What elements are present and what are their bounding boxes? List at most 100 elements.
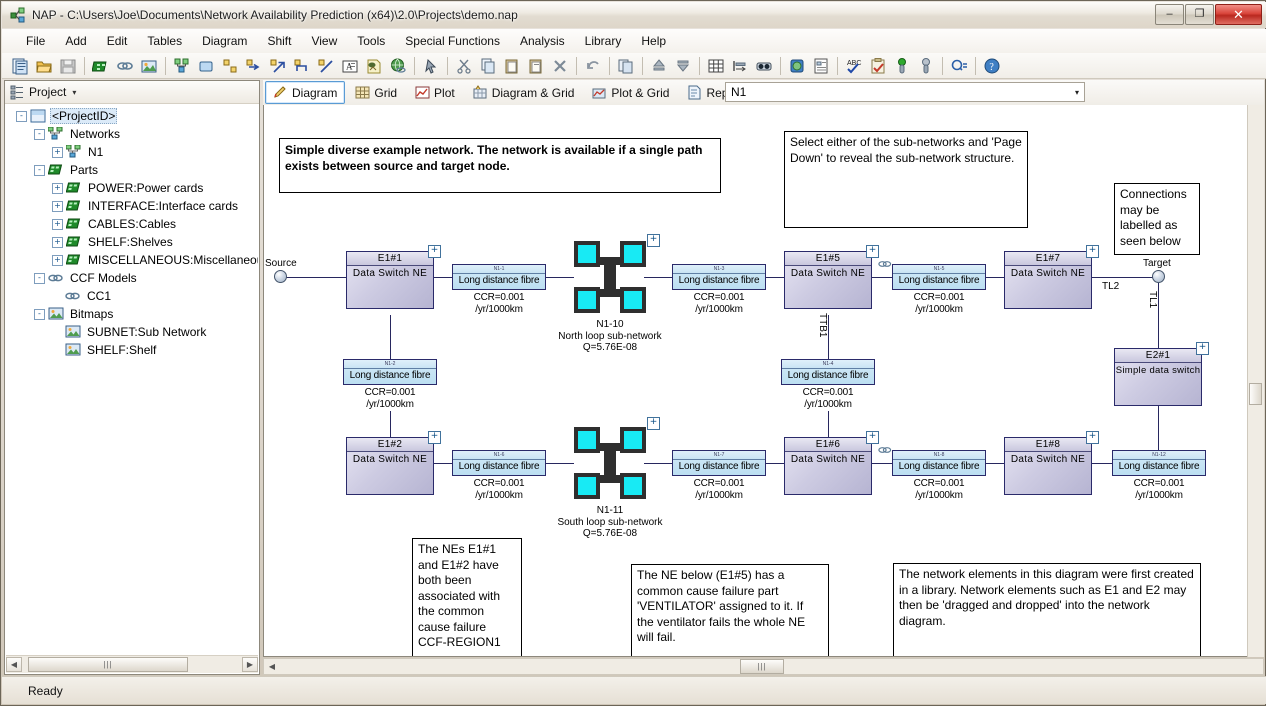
align-icon[interactable] — [729, 55, 751, 77]
chevron-down-icon[interactable]: ▾ — [1075, 88, 1079, 97]
save-disk-icon[interactable] — [57, 55, 79, 77]
project-tree[interactable]: - <ProjectID> - Networks + N1 - Parts + … — [6, 104, 258, 649]
paste-special-icon[interactable] — [525, 55, 547, 77]
scroll-thumb[interactable]: ||| — [28, 657, 188, 672]
add-textbox-icon[interactable]: A — [339, 55, 361, 77]
scroll-left-arrow[interactable]: ◀ — [264, 659, 280, 674]
tree-item-miscellaneous[interactable]: + MISCELLANEOUS:Miscellaneous p — [6, 251, 258, 269]
copy-icon[interactable] — [477, 55, 499, 77]
tree-item-cables[interactable]: + CABLES:Cables — [6, 215, 258, 233]
menu-diagram[interactable]: Diagram — [192, 31, 257, 51]
add-connection-icon[interactable] — [243, 55, 265, 77]
expand-plus-icon[interactable]: + — [647, 417, 660, 430]
network-element-e1-8[interactable]: E1#8 Data Switch NE — [1004, 437, 1092, 495]
add-subnetwork-icon[interactable] — [219, 55, 241, 77]
undo-icon[interactable] — [582, 55, 604, 77]
help-icon[interactable]: ? — [981, 55, 1003, 77]
tree-expander[interactable]: + — [52, 218, 63, 230]
target-node[interactable] — [1152, 270, 1165, 283]
subnetwork-n1-10[interactable] — [574, 241, 646, 313]
note-library[interactable]: The network elements in this diagram wer… — [893, 563, 1201, 656]
tree-expander[interactable]: + — [52, 146, 63, 158]
menu-tools[interactable]: Tools — [347, 31, 395, 51]
open-folder-icon[interactable] — [33, 55, 55, 77]
send-back-icon[interactable] — [672, 55, 694, 77]
link-n1-1[interactable]: N1-1 Long distance fibre — [452, 264, 546, 290]
menu-library[interactable]: Library — [575, 31, 632, 51]
tree-item-networks[interactable]: - Networks — [6, 125, 258, 143]
tree-item-shelf-bitmap[interactable]: SHELF:Shelf — [6, 341, 258, 359]
expand-plus-icon[interactable]: + — [428, 431, 441, 444]
menu-help[interactable]: Help — [631, 31, 676, 51]
spellcheck-icon[interactable]: ABC — [843, 55, 865, 77]
add-elbow-icon[interactable] — [291, 55, 313, 77]
diagram-canvas[interactable]: Source Target E1#1 Data Switch NE + E1#2… — [264, 105, 1249, 656]
pointer-icon[interactable] — [420, 55, 442, 77]
diagram-vertical-scrollbar[interactable] — [1247, 105, 1264, 657]
new-project-icon[interactable] — [9, 55, 31, 77]
add-part-icon[interactable] — [90, 55, 112, 77]
expand-plus-icon[interactable]: + — [1086, 245, 1099, 258]
cut-icon[interactable] — [453, 55, 475, 77]
menu-analysis[interactable]: Analysis — [510, 31, 575, 51]
delete-icon[interactable] — [549, 55, 571, 77]
checklist-icon[interactable] — [867, 55, 889, 77]
chevron-down-icon[interactable]: ▾ — [72, 88, 76, 97]
tree-expander[interactable]: - — [16, 110, 27, 122]
diagram-canvas-wrapper[interactable]: Source Target E1#1 Data Switch NE + E1#2… — [263, 105, 1264, 657]
tab-diagram-grid[interactable]: Diagram & Grid — [465, 81, 583, 104]
link-n1-6[interactable]: N1-6 Long distance fibre — [452, 450, 546, 476]
network-select[interactable]: N1 ▾ — [725, 82, 1085, 102]
note-connections[interactable]: Connections may be labelled as seen belo… — [1114, 183, 1200, 255]
link-n1-4[interactable]: N1-4 Long distance fibre — [781, 359, 875, 385]
query-icon[interactable] — [948, 55, 970, 77]
traffic-light-grey-icon[interactable] — [915, 55, 937, 77]
network-element-e1-1[interactable]: E1#1 Data Switch NE — [346, 251, 434, 309]
link-n1-5[interactable]: N1-5 Long distance fibre — [892, 264, 986, 290]
link-n1-2[interactable]: N1-2 Long distance fibre — [343, 359, 437, 385]
bring-front-icon[interactable] — [648, 55, 670, 77]
note-subnet-hint[interactable]: Select either of the sub-networks and 'P… — [784, 131, 1028, 228]
network-element-e1-5[interactable]: E1#5 Data Switch NE — [784, 251, 872, 309]
tree-item-cc1[interactable]: CC1 — [6, 287, 258, 305]
menu-special-functions[interactable]: Special Functions — [395, 31, 510, 51]
expand-plus-icon[interactable]: + — [1196, 342, 1209, 355]
menu-edit[interactable]: Edit — [97, 31, 138, 51]
tree-item-ccf-models[interactable]: - CCF Models — [6, 269, 258, 287]
network-element-e1-2[interactable]: E1#2 Data Switch NE — [346, 437, 434, 495]
world-icon[interactable] — [786, 55, 808, 77]
close-button[interactable]: ✕ — [1215, 4, 1262, 25]
scroll-right-arrow[interactable]: ▶ — [242, 657, 258, 672]
note-ccf-region[interactable]: The NEs E1#1 and E1#2 have both been ass… — [412, 538, 522, 656]
link-n1-8[interactable]: N1-8 Long distance fibre — [892, 450, 986, 476]
tree-item-project[interactable]: - <ProjectID> — [6, 107, 258, 125]
project-panel-header[interactable]: Project ▾ — [5, 81, 259, 104]
tree-item-n1[interactable]: + N1 — [6, 143, 258, 161]
menu-tables[interactable]: Tables — [137, 31, 192, 51]
scroll-left-arrow[interactable]: ◀ — [6, 657, 22, 672]
duplicate-icon[interactable] — [615, 55, 637, 77]
minimize-button[interactable]: – — [1155, 4, 1184, 25]
diagram-horizontal-scrollbar[interactable]: ◀ ||| — [263, 658, 1264, 675]
tree-item-subnet-bitmap[interactable]: SUBNET:Sub Network — [6, 323, 258, 341]
add-globe-icon[interactable] — [387, 55, 409, 77]
tree-expander[interactable]: + — [52, 182, 63, 194]
tree-expander[interactable]: - — [34, 128, 45, 140]
traffic-light-green-icon[interactable] — [891, 55, 913, 77]
find-icon[interactable] — [753, 55, 775, 77]
add-network-icon[interactable] — [171, 55, 193, 77]
properties-icon[interactable] — [810, 55, 832, 77]
scroll-thumb[interactable] — [1249, 383, 1262, 405]
tree-item-shelf-parts[interactable]: + SHELF:Shelves — [6, 233, 258, 251]
tree-expander[interactable]: - — [34, 308, 45, 320]
tab-plot[interactable]: Plot — [407, 81, 463, 104]
add-arrow-icon[interactable] — [267, 55, 289, 77]
tree-expander[interactable]: - — [34, 164, 45, 176]
add-line-icon[interactable] — [315, 55, 337, 77]
tree-item-power[interactable]: + POWER:Power cards — [6, 179, 258, 197]
expand-plus-icon[interactable]: + — [647, 234, 660, 247]
tree-expander[interactable]: - — [34, 272, 45, 284]
link-n1-7[interactable]: N1-7 Long distance fibre — [672, 450, 766, 476]
add-node-icon[interactable] — [195, 55, 217, 77]
add-bitmap-icon[interactable] — [138, 55, 160, 77]
